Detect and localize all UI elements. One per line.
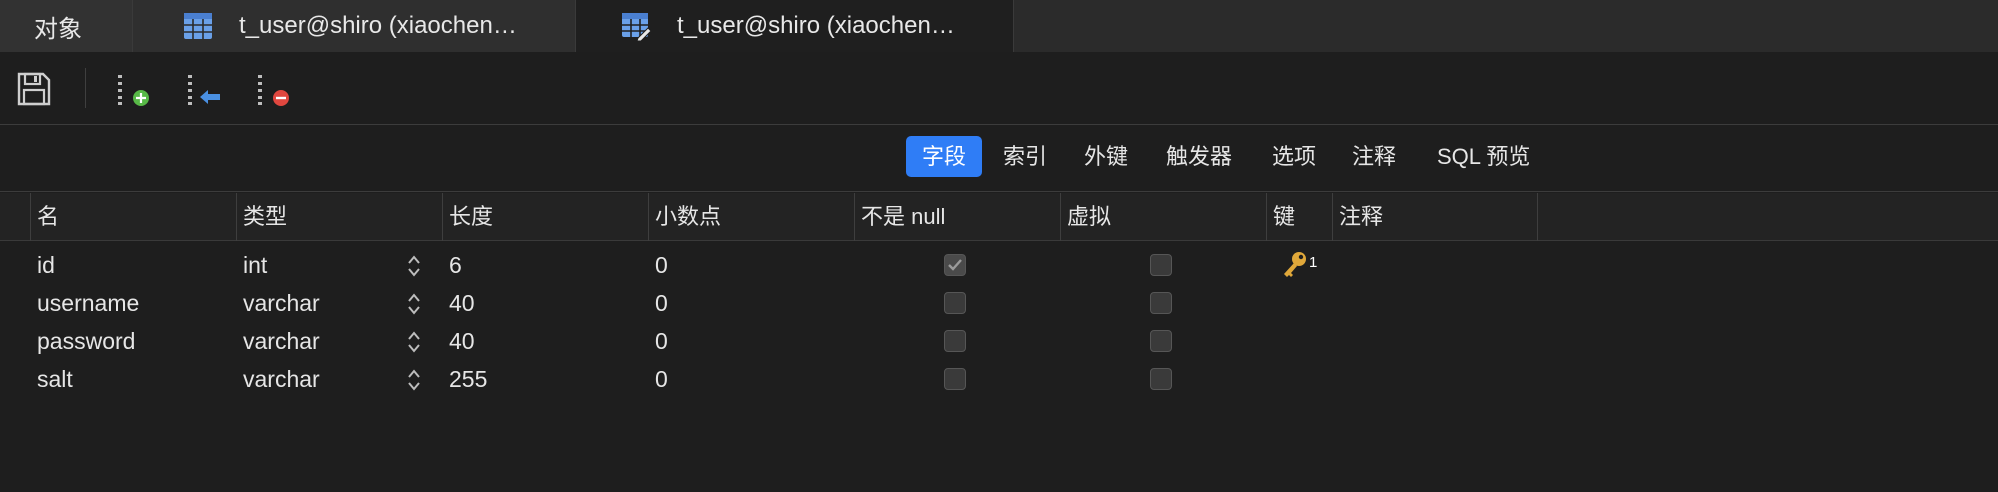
not-null-checkbox[interactable] [944,368,966,390]
not-null-checkbox[interactable] [944,330,966,352]
field-type[interactable]: varchar [243,322,320,360]
column-header-not-null[interactable]: 不是 null [854,193,1060,241]
checkmark-icon [948,259,962,271]
fields-table-header: 名 类型 长度 小数点 不是 null 虚拟 键 注释 [0,193,1998,241]
table-design-icon [622,13,651,41]
field-length[interactable]: 40 [449,284,475,322]
column-header-key[interactable]: 键 [1266,193,1332,241]
field-type[interactable]: varchar [243,284,320,322]
column-header-decimals[interactable]: 小数点 [648,193,854,241]
type-stepper-icon[interactable] [406,291,422,317]
tab-table-1[interactable]: t_user@shiro (xiaochen… [133,0,576,52]
tab-options[interactable]: 选项 [1256,136,1332,177]
type-stepper-icon[interactable] [406,367,422,393]
table-icon [184,13,212,39]
toolbar-separator [85,68,86,108]
virtual-checkbox[interactable] [1150,368,1172,390]
field-length[interactable]: 40 [449,322,475,360]
tab-bar-empty [1014,0,1998,52]
table-row[interactable]: salt varchar 255 0 [0,360,1998,398]
field-decimals[interactable]: 0 [655,360,668,398]
field-length[interactable]: 255 [449,360,487,398]
tab-objects[interactable]: 对象 [0,0,133,52]
tab-fields[interactable]: 字段 [906,136,983,177]
tab-table-1-label: t_user@shiro (xiaochen… [239,12,517,39]
field-name[interactable]: password [37,322,135,360]
fields-table-body: id int 6 0 1 username varchar 40 0 passw… [0,242,1998,492]
virtual-checkbox[interactable] [1150,292,1172,314]
column-header-name[interactable]: 名 [30,193,236,241]
field-decimals[interactable]: 0 [655,322,668,360]
virtual-checkbox[interactable] [1150,330,1172,352]
not-null-checkbox[interactable] [944,254,966,276]
column-header-comment[interactable]: 注释 [1332,193,1538,241]
field-name[interactable]: salt [37,360,73,398]
field-decimals[interactable]: 0 [655,284,668,322]
save-icon[interactable] [16,71,52,107]
key-number: 1 [1309,254,1318,271]
type-stepper-icon[interactable] [406,253,422,279]
table-row[interactable]: password varchar 40 0 [0,322,1998,360]
tab-table-2[interactable]: t_user@shiro (xiaochen… [576,0,1014,52]
field-decimals[interactable]: 0 [655,246,668,284]
section-tabs: 字段 索引 外键 触发器 选项 注释 SQL 预览 [0,126,1998,192]
field-length[interactable]: 6 [449,246,462,284]
delete-field-icon[interactable] [256,71,292,107]
insert-field-icon[interactable] [186,71,222,107]
table-row[interactable]: username varchar 40 0 [0,284,1998,322]
column-header-type[interactable]: 类型 [236,193,442,241]
tab-sql-preview[interactable]: SQL 预览 [1421,136,1546,177]
field-name[interactable]: username [37,284,139,322]
tab-comment[interactable]: 注释 [1336,136,1412,177]
tab-triggers[interactable]: 触发器 [1150,136,1248,177]
tab-indexes[interactable]: 索引 [987,136,1063,177]
column-header-virtual[interactable]: 虚拟 [1060,193,1266,241]
tab-foreign-keys[interactable]: 外键 [1068,136,1144,177]
field-name[interactable]: id [37,246,55,284]
table-row[interactable]: id int 6 0 1 [0,246,1998,284]
field-type[interactable]: varchar [243,360,320,398]
field-type[interactable]: int [243,246,267,284]
not-null-checkbox[interactable] [944,292,966,314]
tab-objects-label: 对象 [34,15,82,43]
add-field-icon[interactable] [116,71,152,107]
tab-table-2-label: t_user@shiro (xiaochen… [677,12,955,39]
type-stepper-icon[interactable] [406,329,422,355]
virtual-checkbox[interactable] [1150,254,1172,276]
toolbar [0,52,1998,125]
tab-bar: 对象 t_user@shiro (xiaochen… t_user@shiro … [0,0,1998,52]
column-header-length[interactable]: 长度 [442,193,648,241]
